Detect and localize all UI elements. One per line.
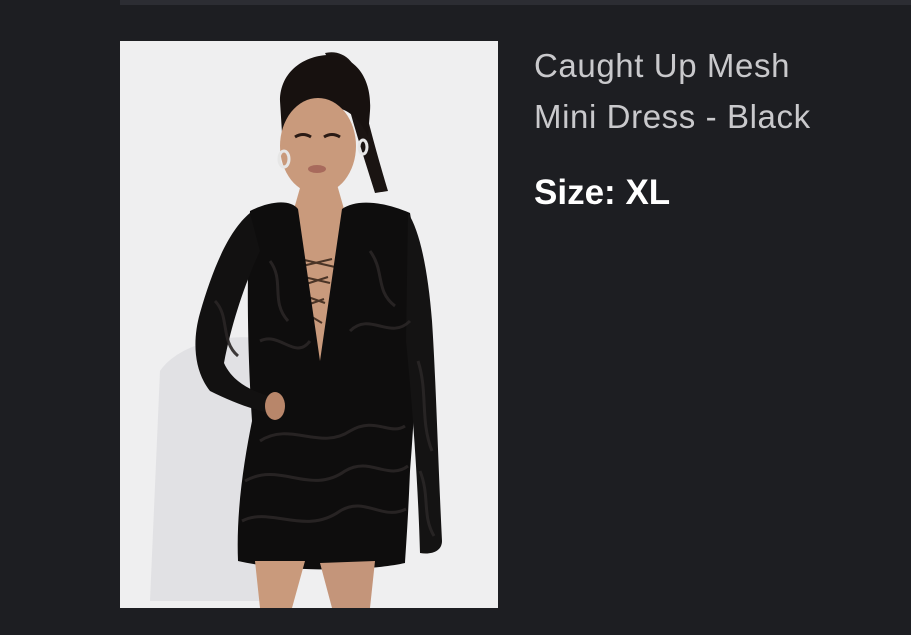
size-value: XL: [625, 173, 671, 212]
product-title-line-1[interactable]: Caught Up Mesh: [534, 47, 790, 84]
top-divider: [120, 0, 911, 5]
product-photo[interactable]: [120, 41, 498, 608]
product-title-line-2[interactable]: Mini Dress - Black: [534, 98, 811, 135]
size-label: Size:: [534, 173, 616, 212]
size-info: Size: XL: [534, 170, 670, 216]
product-title[interactable]: Caught Up Mesh Mini Dress - Black: [534, 40, 894, 142]
